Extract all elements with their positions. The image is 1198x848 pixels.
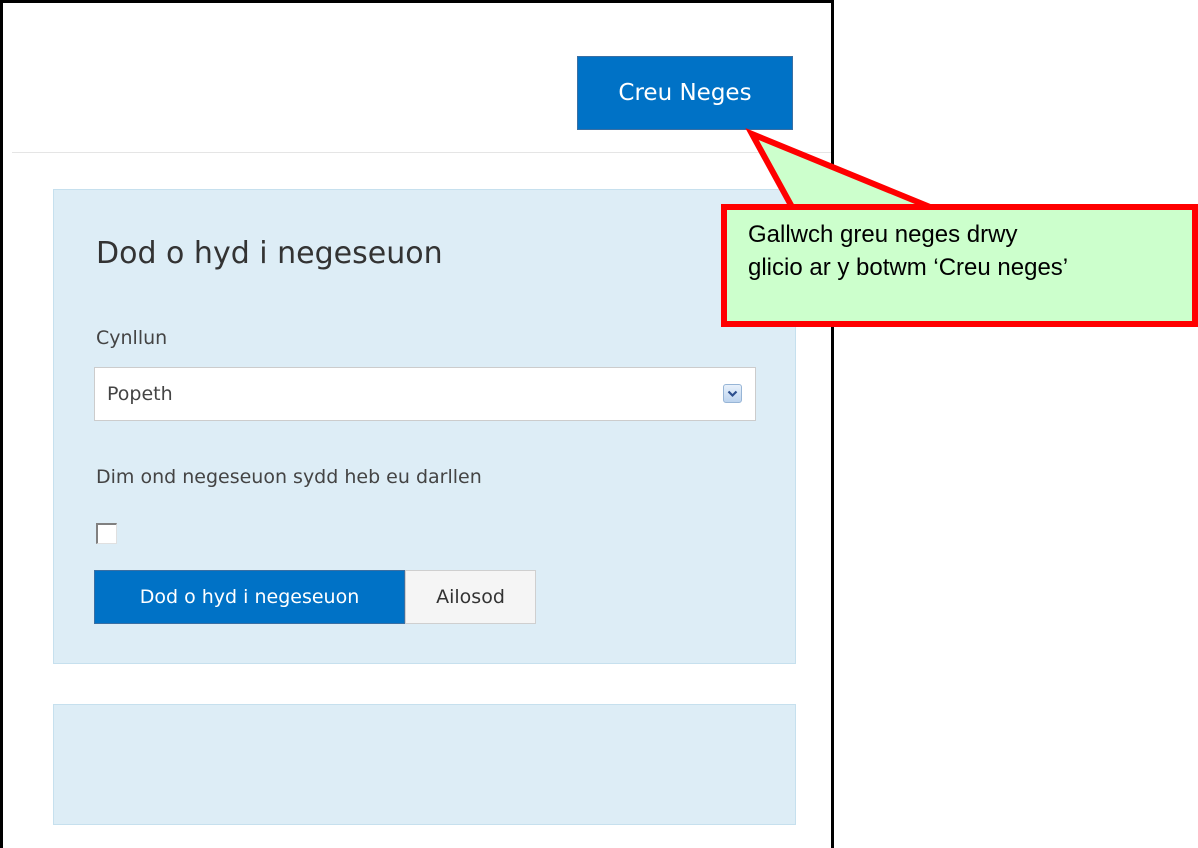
filter-title: Dod o hyd i negeseuon <box>96 236 443 271</box>
callout-line-2: glicio ar y botwm ‘Creu neges’ <box>748 254 1069 281</box>
reset-button[interactable]: Ailosod <box>405 570 536 624</box>
chevron-down-icon[interactable] <box>723 384 742 403</box>
unread-only-label: Dim ond negeseuon sydd heb eu darllen <box>96 466 482 488</box>
unread-only-checkbox[interactable] <box>96 523 117 544</box>
find-messages-button[interactable]: Dod o hyd i negeseuon <box>94 570 405 624</box>
plan-select-value: Popeth <box>107 383 173 405</box>
plan-label: Cynllun <box>96 327 168 349</box>
create-message-button[interactable]: Creu Neges <box>577 56 793 130</box>
message-filter-panel: Dod o hyd i negeseuon Cynllun Popeth Dim… <box>53 189 796 664</box>
app-frame: Creu Neges Dod o hyd i negeseuon Cynllun… <box>0 0 834 848</box>
header-divider <box>12 152 831 153</box>
callout-text: Gallwch greu neges drwy glicio ar y botw… <box>748 218 1188 284</box>
callout-line-1: Gallwch greu neges drwy <box>748 221 1018 248</box>
results-panel <box>53 704 796 825</box>
plan-select[interactable]: Popeth <box>94 367 756 421</box>
